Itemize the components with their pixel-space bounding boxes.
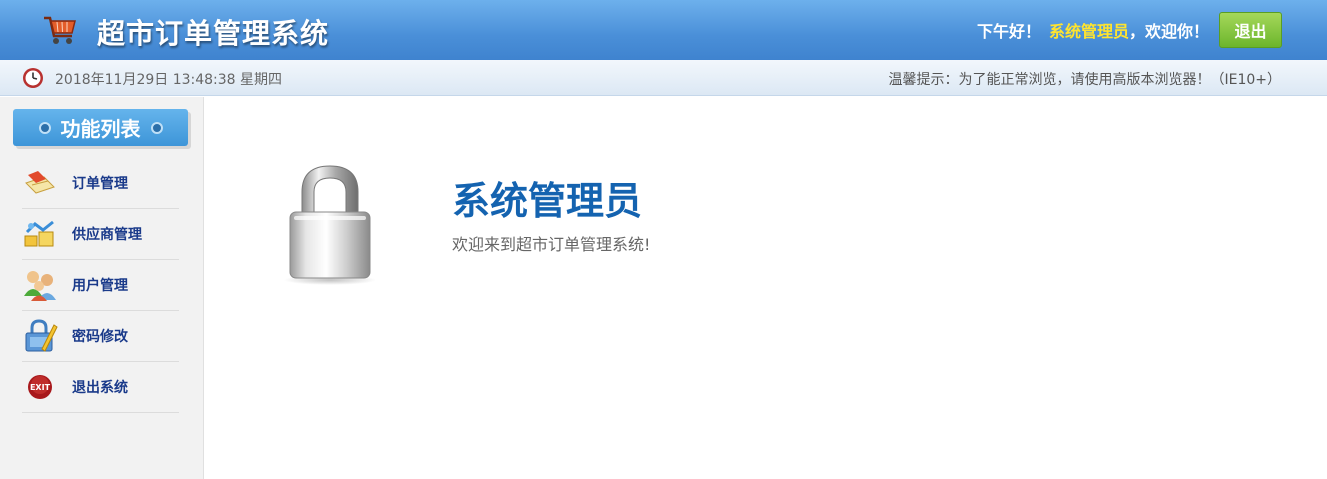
sidebar-item-label: 退出系统 xyxy=(72,380,128,396)
sidebar-item-suppliers[interactable]: 供应商管理 xyxy=(22,209,179,260)
exit-icon: EXIT xyxy=(22,369,58,405)
welcome-subtitle: 欢迎来到超市订单管理系统! xyxy=(452,235,651,254)
function-menu: 订单管理 供应商管理 用户管理 密码修改 EXIT 退出系统 xyxy=(22,158,179,413)
app-title: 超市订单管理系统 xyxy=(97,17,330,50)
greeting-suffix: ，欢迎你！ xyxy=(1128,22,1209,41)
welcome-title: 系统管理员 xyxy=(452,179,643,223)
supplier-icon xyxy=(22,216,58,252)
sidebar-title-label: 功能列表 xyxy=(60,117,141,141)
password-lock-icon xyxy=(22,318,58,354)
top-header: 超市订单管理系统 下午好！ 系统管理员 ，欢迎你！ 退出 xyxy=(0,0,1327,60)
svg-text:EXIT: EXIT xyxy=(30,383,51,392)
sidebar-item-users[interactable]: 用户管理 xyxy=(22,260,179,311)
sidebar-title: 功能列表 xyxy=(13,109,188,146)
sidebar-item-label: 订单管理 xyxy=(72,176,128,192)
current-username: 系统管理员 xyxy=(1048,22,1129,41)
title-dot-left xyxy=(38,121,51,134)
sidebar-item-exit[interactable]: EXIT 退出系统 xyxy=(22,362,179,413)
info-bar: 2018年11月29日 13:48:38 星期四 温馨提示：为了能正常浏览，请使… xyxy=(0,60,1327,96)
sidebar-item-label: 用户管理 xyxy=(72,278,128,294)
title-dot-right xyxy=(150,121,163,134)
users-icon xyxy=(22,267,58,303)
sidebar-item-orders[interactable]: 订单管理 xyxy=(22,158,179,209)
clock-icon xyxy=(23,68,43,88)
browser-tip: 温馨提示：为了能正常浏览，请使用高版本浏览器！（IE10+） xyxy=(888,72,1281,88)
sidebar: 功能列表 订单管理 供应商管理 用户管理 密码修改 EXIT 退出系统 xyxy=(0,97,204,479)
sidebar-item-password[interactable]: 密码修改 xyxy=(22,311,179,362)
order-icon xyxy=(22,165,58,201)
logout-button[interactable]: 退出 xyxy=(1219,12,1282,48)
greeting-text: 下午好！ xyxy=(976,22,1041,41)
greeting-area: 下午好！ 系统管理员 ，欢迎你！ 退出 xyxy=(977,12,1282,48)
shopping-cart-icon xyxy=(44,16,76,44)
padlock-icon xyxy=(284,165,376,285)
sidebar-item-label: 供应商管理 xyxy=(72,227,142,243)
current-datetime: 2018年11月29日 13:48:38 星期四 xyxy=(55,72,283,88)
sidebar-item-label: 密码修改 xyxy=(72,329,128,345)
